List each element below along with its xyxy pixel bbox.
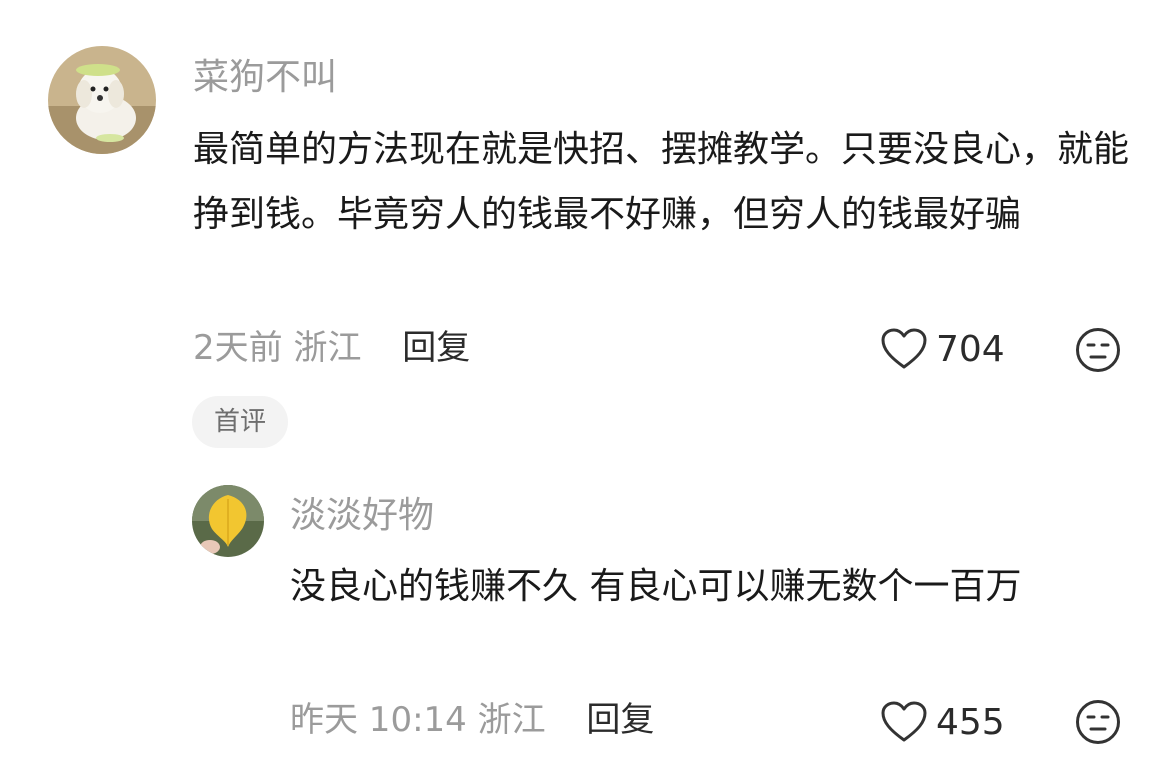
first-comment-badge: 首评 [192,396,288,448]
reply-time: 昨天 10:14 [290,700,467,740]
comment-location: 浙江 [293,328,362,368]
comment-meta: 2天前 浙江 回复 [193,328,470,368]
comment-time: 2天前 [193,328,283,368]
like-count: 704 [936,328,1005,370]
heart-outline-icon [881,328,927,369]
avatar[interactable] [48,46,156,154]
reply-location: 浙江 [477,700,546,740]
like-button[interactable]: 704 [880,327,1005,371]
reply-meta: 昨天 10:14 浙江 回复 [290,700,654,740]
dog-avatar-icon [48,46,156,154]
like-button[interactable]: 455 [880,700,1005,744]
username[interactable]: 淡淡好物 [290,496,434,536]
username[interactable]: 菜狗不叫 [193,58,337,98]
unamused-face-icon [1076,700,1120,744]
reply-button[interactable]: 回复 [402,328,470,368]
comment-text: 最简单的方法现在就是快招、摆摊教学。只要没良心，就能挣到钱。毕竟穷人的钱最不好赚… [193,129,1130,235]
like-count: 455 [936,701,1005,743]
unamused-face-icon [1076,328,1120,372]
yellow-leaf-avatar-icon [192,485,264,557]
avatar[interactable] [192,485,264,557]
reply-button[interactable]: 回复 [586,700,654,740]
reply-text: 没良心的钱赚不久 有良心可以赚无数个一百万 [290,566,1022,607]
heart-outline-icon [881,701,927,742]
dislike-button[interactable] [1075,699,1121,745]
dislike-button[interactable] [1075,327,1121,373]
